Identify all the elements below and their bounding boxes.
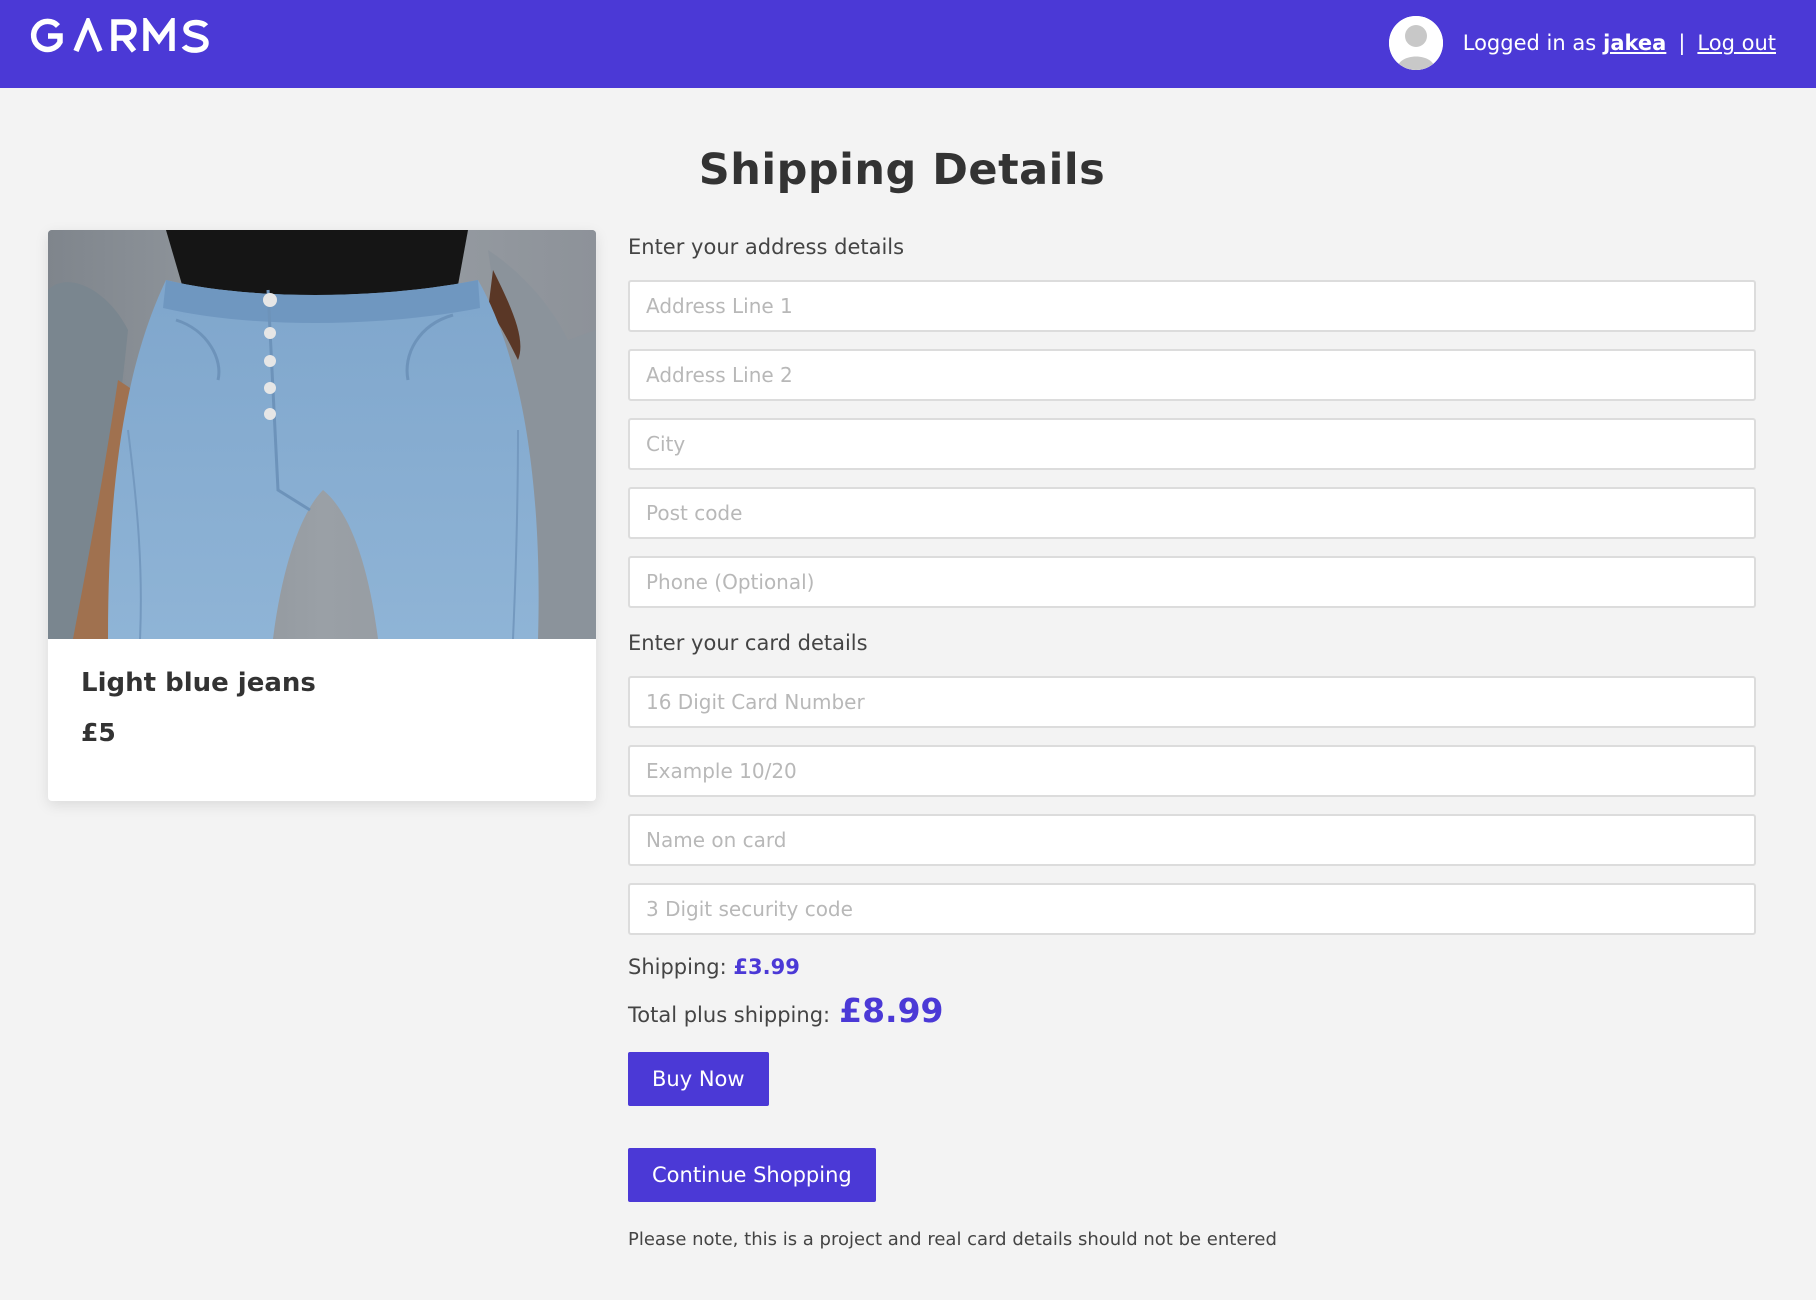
address-section-label: Enter your address details <box>628 235 905 259</box>
logged-in-label: Logged in as <box>1462 31 1597 55</box>
total-line: Total plus shipping: £8.99 <box>628 991 1756 1030</box>
logout-link[interactable]: Log out <box>1697 31 1776 55</box>
name-on-card-input[interactable] <box>628 814 1756 866</box>
card-number-input[interactable] <box>628 676 1756 728</box>
city-input[interactable] <box>628 418 1756 470</box>
continue-shopping-button[interactable]: Continue Shopping <box>628 1148 876 1202</box>
avatar[interactable] <box>1388 16 1443 70</box>
shipping-form: Enter your address details Enter your ca… <box>628 232 1756 1250</box>
address-line-2-input[interactable] <box>628 349 1756 401</box>
card-section-label: Enter your card details <box>628 631 868 655</box>
product-image[interactable] <box>48 230 596 639</box>
shipping-cost-line: Shipping: £3.99 <box>628 955 1756 979</box>
total-label: Total plus shipping: <box>628 1003 831 1027</box>
header-separator: | <box>1678 31 1686 55</box>
security-code-input[interactable] <box>628 883 1756 935</box>
total-amount: £8.99 <box>839 991 944 1030</box>
phone-input[interactable] <box>628 556 1756 608</box>
card-expiry-input[interactable] <box>628 745 1756 797</box>
page-title: Shipping Details <box>698 145 1106 195</box>
product-card[interactable]: Light blue jeans £5 <box>48 230 596 801</box>
disclaimer-note: Please note, this is a project and real … <box>628 1229 1277 1250</box>
top-navbar: Logged in as jakea | Log out <box>0 0 1816 88</box>
buy-now-button[interactable]: Buy Now <box>628 1052 769 1106</box>
product-name: Light blue jeans <box>81 668 316 698</box>
username-link[interactable]: jakea <box>1603 31 1666 55</box>
address-line-1-input[interactable] <box>628 280 1756 332</box>
product-price: £5 <box>81 718 116 747</box>
garms-logo[interactable] <box>28 16 228 56</box>
shipping-label: Shipping: <box>628 955 727 979</box>
shipping-amount: £3.99 <box>733 955 800 979</box>
user-icon <box>1388 16 1443 70</box>
post-code-input[interactable] <box>628 487 1756 539</box>
user-area: Logged in as jakea | Log out <box>1388 16 1776 70</box>
